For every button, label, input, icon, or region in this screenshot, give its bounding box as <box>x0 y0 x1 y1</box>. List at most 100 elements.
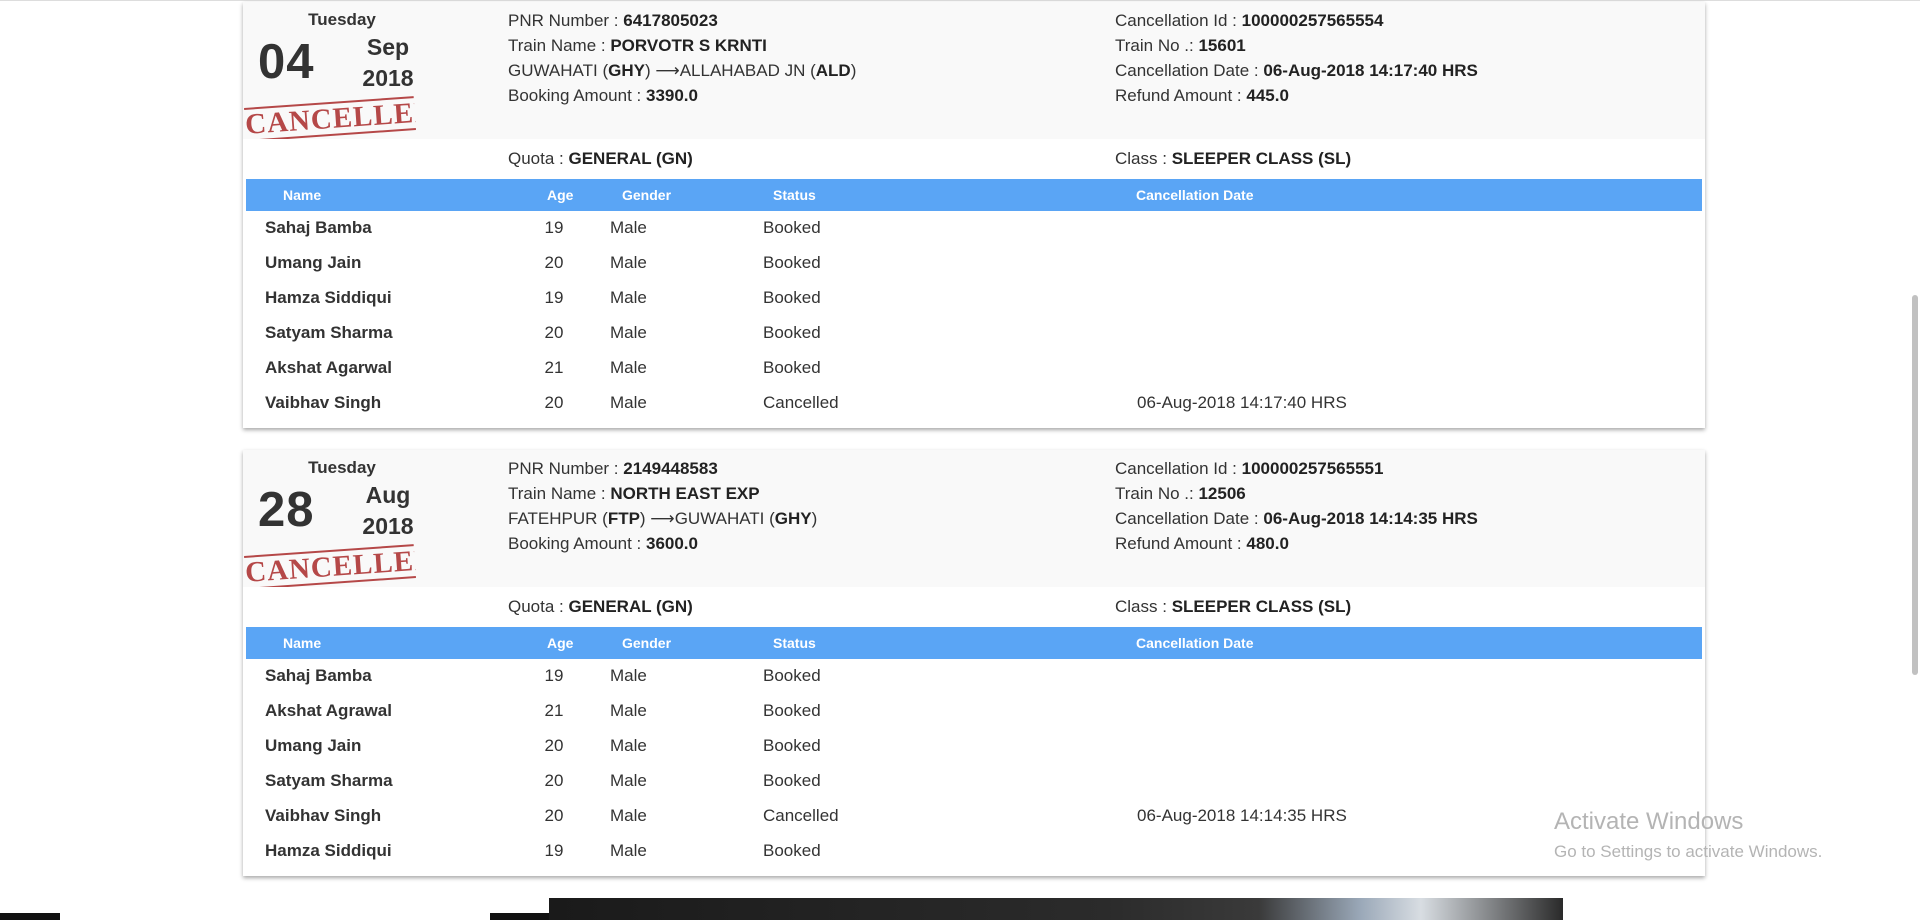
cancellation-date-label: Cancellation Date : <box>1115 61 1264 80</box>
cancellation-date: 06-Aug-2018 14:14:35 HRS <box>1263 509 1478 528</box>
passenger-gender: Male <box>610 806 647 825</box>
pnr-label: PNR Number : <box>508 11 624 30</box>
train-no-line: Train No .: 12506 <box>1115 481 1478 506</box>
passenger-name: Vaibhav Singh <box>265 393 382 412</box>
from-code: GHY <box>608 61 645 80</box>
booking-card: Tuesday 04 Sep 2018 CANCELLED PNR Number… <box>243 2 1705 428</box>
passenger-age: 20 <box>544 253 564 272</box>
cancelled-stamp: CANCELLED <box>244 96 416 142</box>
to-code: ALD <box>815 61 851 80</box>
cancellation-date-line: Cancellation Date : 06-Aug-2018 14:14:35… <box>1115 506 1478 531</box>
passenger-gender: Male <box>610 771 647 790</box>
windows-activation-watermark: Activate Windows Go to Settings to activ… <box>1554 808 1822 862</box>
route-end: ) <box>850 61 857 80</box>
col-header-gender: Gender <box>622 635 672 651</box>
from-code: FTP <box>607 509 640 528</box>
passenger-cancellation-date: 06-Aug-2018 14:14:35 HRS <box>1137 806 1347 825</box>
train-name: NORTH EAST EXP <box>610 484 760 503</box>
bottom-strip-segment <box>0 913 60 920</box>
booking-details: PNR Number : 2149448583 Train Name : NOR… <box>508 456 817 556</box>
travel-class: Class : SLEEPER CLASS (SL) <box>1115 149 1351 169</box>
passenger-status: Booked <box>763 218 821 237</box>
refund-amount-line: Refund Amount : 445.0 <box>1115 83 1478 108</box>
passenger-age: 19 <box>544 218 564 237</box>
passenger-name: Hamza Siddiqui <box>265 288 392 307</box>
col-header-name: Name <box>283 187 322 203</box>
train-no-label: Train No .: <box>1115 36 1199 55</box>
pnr-label: PNR Number : <box>508 459 624 478</box>
class-value: SLEEPER CLASS (SL) <box>1171 149 1352 168</box>
passenger-table-header: Name Age Gender Status Cancellation Date <box>246 179 1702 211</box>
passenger-age: 21 <box>544 358 564 377</box>
passenger-gender: Male <box>610 253 647 272</box>
passenger-name: Sahaj Bamba <box>265 666 372 685</box>
passenger-status: Cancelled <box>763 393 839 412</box>
booking-amount: 3390.0 <box>645 86 698 105</box>
journey-year: 2018 <box>362 65 414 91</box>
train-name-line: Train Name : NORTH EAST EXP <box>508 481 817 506</box>
passenger-status: Booked <box>763 253 821 272</box>
pnr-line: PNR Number : 6417805023 <box>508 8 856 33</box>
from-station: GUWAHATI ( <box>508 61 609 80</box>
watermark-title: Activate Windows <box>1554 808 1744 835</box>
booking-amount-label: Booking Amount : <box>508 86 646 105</box>
refund-amount-line: Refund Amount : 480.0 <box>1115 531 1478 556</box>
quota-value: GENERAL (GN) <box>568 597 693 616</box>
booking-card-header: Tuesday 04 Sep 2018 CANCELLED PNR Number… <box>243 2 1705 142</box>
journey-day-of-week: Tuesday <box>308 10 376 29</box>
passenger-age: 19 <box>544 288 564 307</box>
passenger-age: 19 <box>544 841 564 860</box>
cancellation-id-line: Cancellation Id : 100000257565554 <box>1115 8 1478 33</box>
cancellation-details: Cancellation Id : 100000257565554 Train … <box>1115 8 1478 108</box>
passenger-age: 20 <box>544 736 564 755</box>
booking-amount-line: Booking Amount : 3390.0 <box>508 83 856 108</box>
col-header-gender: Gender <box>622 187 672 203</box>
passenger-name: Sahaj Bamba <box>265 218 372 237</box>
cancellation-date: 06-Aug-2018 14:17:40 HRS <box>1263 61 1478 80</box>
quota-class-row: Quota : GENERAL (GN) Class : SLEEPER CLA… <box>243 587 1705 627</box>
col-header-status: Status <box>773 635 816 651</box>
cancellation-id-label: Cancellation Id : <box>1115 11 1242 30</box>
class-label: Class : <box>1115 597 1172 616</box>
journey-date: Tuesday 04 Sep 2018 CANCELLED <box>243 2 423 142</box>
quota-class-row: Quota : GENERAL (GN) Class : SLEEPER CLA… <box>243 139 1705 179</box>
cancellation-date-label: Cancellation Date : <box>1115 509 1264 528</box>
train-no-label: Train No .: <box>1115 484 1199 503</box>
pnr-line: PNR Number : 2149448583 <box>508 456 817 481</box>
refund-amount: 445.0 <box>1246 86 1289 105</box>
pnr-number: 2149448583 <box>623 459 718 478</box>
passenger-name: Akshat Agrawal <box>265 701 392 720</box>
banner-image <box>549 898 1563 920</box>
cancellation-id: 100000257565554 <box>1241 11 1384 30</box>
cancellation-id-label: Cancellation Id : <box>1115 459 1242 478</box>
booking-card-header: Tuesday 28 Aug 2018 CANCELLED PNR Number… <box>243 450 1705 590</box>
to-station: ALLAHABAD JN ( <box>679 61 816 80</box>
route-end: ) <box>811 509 818 528</box>
quota: Quota : GENERAL (GN) <box>508 149 693 169</box>
passenger-status: Booked <box>763 841 821 860</box>
passenger-name: Umang Jain <box>265 253 362 272</box>
cancelled-stamp: CANCELLED <box>244 544 416 590</box>
to-code: GHY <box>774 509 812 528</box>
col-header-name: Name <box>283 635 322 651</box>
top-divider <box>0 0 1920 1</box>
refund-amount-label: Refund Amount : <box>1115 534 1247 553</box>
train-name-line: Train Name : PORVOTR S KRNTI <box>508 33 856 58</box>
route-arrow-icon: ) ⟶ <box>644 61 680 80</box>
journey-day-of-week: Tuesday <box>308 458 376 477</box>
passenger-age: 19 <box>544 666 564 685</box>
passenger-age: 20 <box>544 393 564 412</box>
passenger-gender: Male <box>610 323 647 342</box>
passenger-gender: Male <box>610 736 647 755</box>
cancellation-id-line: Cancellation Id : 100000257565551 <box>1115 456 1478 481</box>
passenger-gender: Male <box>610 358 647 377</box>
col-header-age: Age <box>547 635 574 651</box>
booking-details: PNR Number : 6417805023 Train Name : POR… <box>508 8 856 108</box>
cancellation-date-line: Cancellation Date : 06-Aug-2018 14:17:40… <box>1115 58 1478 83</box>
passenger-status: Booked <box>763 358 821 377</box>
page-scrollbar[interactable] <box>1912 295 1918 675</box>
train-name-label: Train Name : <box>508 484 611 503</box>
journey-day: 28 <box>258 483 315 537</box>
passenger-status: Booked <box>763 771 821 790</box>
passenger-age: 20 <box>544 323 564 342</box>
